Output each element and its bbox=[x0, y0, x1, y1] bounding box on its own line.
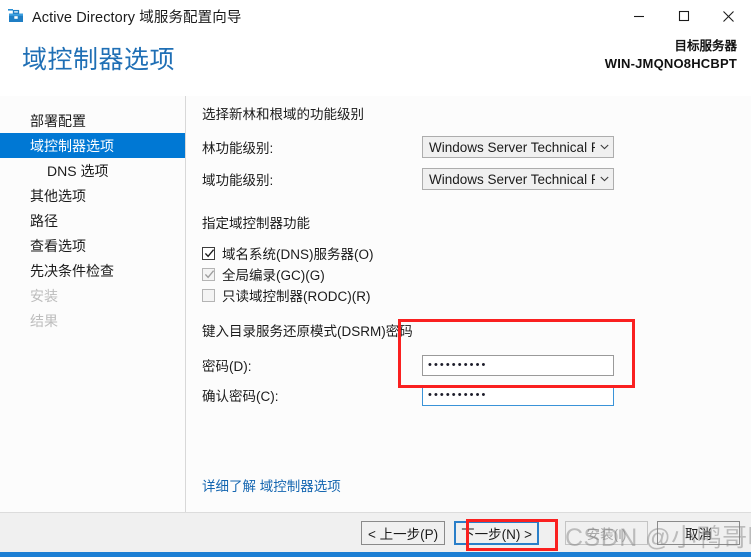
target-server-block: 目标服务器 WIN-JMQNO8HCBPT bbox=[605, 38, 737, 72]
rodc-checkbox-row: 只读域控制器(RODC)(R) bbox=[202, 285, 751, 305]
sidebar-item-additional-options[interactable]: 其他选项 bbox=[0, 183, 185, 208]
dns-server-checkbox[interactable] bbox=[202, 246, 215, 260]
cancel-button[interactable]: 取消 bbox=[657, 520, 740, 545]
rodc-checkbox-label: 只读域控制器(RODC)(R) bbox=[222, 289, 371, 304]
window-title: Active Directory 域服务配置向导 bbox=[32, 9, 242, 26]
dsrm-confirm-password-row: 确认密码(C): •••••••••• bbox=[202, 381, 751, 409]
dns-server-checkbox-label: 域名系统(DNS)服务器(O) bbox=[222, 247, 374, 262]
capabilities-section-title: 指定域控制器功能 bbox=[202, 216, 310, 231]
sidebar-item-installation: 安装 bbox=[30, 287, 58, 304]
main-panel: 选择新林和根域的功能级别 林功能级别: Windows Server Techn… bbox=[186, 96, 751, 512]
global-catalog-checkbox-row: 全局编录(GC)(G) bbox=[202, 264, 751, 284]
sidebar-item-prerequisites-check[interactable]: 先决条件检查 bbox=[0, 258, 185, 283]
dsrm-confirm-password-input[interactable]: •••••••••• bbox=[422, 384, 614, 406]
maximize-icon[interactable] bbox=[661, 0, 706, 32]
global-catalog-checkbox-label: 全局编录(GC)(G) bbox=[222, 268, 325, 283]
wizard-step-nav: 部署配置 域控制器选项 DNS 选项 其他选项 路径 查看选项 先决条件检查 安… bbox=[0, 96, 186, 512]
dsrm-section-title: 键入目录服务还原模式(DSRM)密码 bbox=[202, 324, 413, 339]
page-header: 域控制器选项 目标服务器 WIN-JMQNO8HCBPT bbox=[0, 32, 751, 88]
dsrm-password-row: 密码(D): •••••••••• bbox=[202, 351, 751, 379]
install-button: 安装(I) bbox=[565, 520, 648, 545]
dsrm-confirm-password-label: 确认密码(C): bbox=[202, 389, 279, 404]
learn-more-link[interactable]: 详细了解 域控制器选项 bbox=[202, 475, 341, 495]
sidebar-item-dns-options[interactable]: DNS 选项 bbox=[0, 158, 185, 183]
target-server-name: WIN-JMQNO8HCBPT bbox=[604, 56, 737, 71]
forest-functional-level-row: 林功能级别: Windows Server Technical Pre bbox=[202, 134, 751, 160]
domain-functional-level-value: Windows Server Technical Pre bbox=[429, 171, 595, 187]
minimize-icon[interactable] bbox=[616, 0, 661, 32]
sidebar-item-review-options[interactable]: 查看选项 bbox=[0, 233, 185, 258]
next-button[interactable]: 下一步(N) > bbox=[454, 520, 539, 545]
ad-wizard-icon bbox=[7, 7, 25, 25]
back-button[interactable]: < 上一步(P) bbox=[360, 520, 446, 545]
target-server-label: 目标服务器 bbox=[674, 39, 737, 53]
forest-functional-level-value: Windows Server Technical Pre bbox=[429, 139, 595, 155]
global-catalog-checkbox bbox=[202, 267, 215, 281]
forest-functional-level-label: 林功能级别: bbox=[202, 141, 274, 156]
forest-functional-level-select[interactable]: Windows Server Technical Pre bbox=[422, 136, 614, 158]
window-controls bbox=[616, 0, 751, 32]
sidebar-item-results: 结果 bbox=[30, 312, 58, 329]
rodc-checkbox bbox=[202, 288, 215, 302]
taskbar-strip bbox=[0, 552, 751, 557]
domain-functional-level-select[interactable]: Windows Server Technical Pre bbox=[422, 168, 614, 190]
dsrm-password-label: 密码(D): bbox=[202, 359, 252, 374]
title-bar: Active Directory 域服务配置向导 bbox=[0, 0, 751, 32]
sidebar-item-paths[interactable]: 路径 bbox=[0, 208, 185, 233]
sidebar-item-deployment-config[interactable]: 部署配置 bbox=[0, 108, 185, 133]
close-icon[interactable] bbox=[706, 0, 751, 32]
functional-level-section-title: 选择新林和根域的功能级别 bbox=[202, 107, 364, 122]
wizard-footer: < 上一步(P) 下一步(N) > 安装(I) 取消 bbox=[0, 512, 751, 552]
domain-functional-level-label: 域功能级别: bbox=[202, 173, 274, 188]
sidebar-item-domain-controller-options[interactable]: 域控制器选项 bbox=[0, 133, 185, 158]
chevron-down-icon bbox=[595, 176, 613, 182]
dns-server-checkbox-row[interactable]: 域名系统(DNS)服务器(O) bbox=[202, 243, 751, 263]
chevron-down-icon bbox=[595, 144, 613, 150]
content-area: 部署配置 域控制器选项 DNS 选项 其他选项 路径 查看选项 先决条件检查 安… bbox=[0, 96, 751, 512]
domain-functional-level-row: 域功能级别: Windows Server Technical Pre bbox=[202, 166, 751, 192]
dsrm-password-input[interactable]: •••••••••• bbox=[422, 354, 614, 376]
